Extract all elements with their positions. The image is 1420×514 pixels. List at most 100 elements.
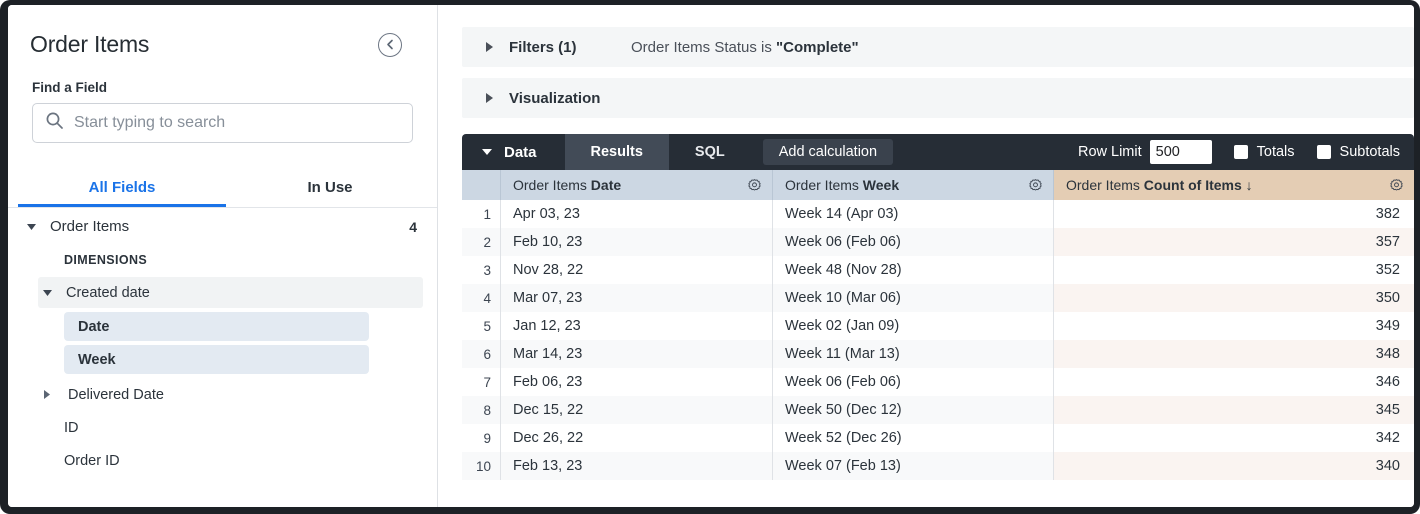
subtotals-checkbox[interactable]: Subtotals bbox=[1317, 144, 1400, 160]
add-calculation-button[interactable]: Add calculation bbox=[763, 139, 893, 165]
field-week-label: Week bbox=[78, 352, 116, 368]
cell-date[interactable]: Nov 28, 22 bbox=[501, 256, 773, 284]
cell-week[interactable]: Week 06 (Feb 06) bbox=[773, 368, 1054, 396]
field-delivered-date-label: Delivered Date bbox=[68, 387, 164, 403]
sidebar-tabs: All Fields In Use bbox=[8, 169, 437, 208]
table-row[interactable]: 10Feb 13, 23Week 07 (Feb 13)340 bbox=[462, 452, 1414, 480]
row-number: 7 bbox=[462, 368, 501, 396]
filters-description-value: "Complete" bbox=[776, 39, 859, 56]
row-number: 4 bbox=[462, 284, 501, 312]
cell-count-of-items[interactable]: 357 bbox=[1054, 228, 1414, 256]
column-field-name: Date bbox=[591, 177, 621, 193]
table-row[interactable]: 3Nov 28, 22Week 48 (Nov 28)352 bbox=[462, 256, 1414, 284]
caret-right-icon[interactable] bbox=[486, 93, 493, 103]
sort-descending-icon: ↓ bbox=[1242, 177, 1253, 193]
cell-date[interactable]: Feb 13, 23 bbox=[501, 452, 773, 480]
table-row[interactable]: 8Dec 15, 22Week 50 (Dec 12)345 bbox=[462, 396, 1414, 424]
cell-date[interactable]: Dec 26, 22 bbox=[501, 424, 773, 452]
search-icon bbox=[45, 111, 74, 135]
cell-count-of-items[interactable]: 340 bbox=[1054, 452, 1414, 480]
table-body: 1Apr 03, 23Week 14 (Apr 03)3822Feb 10, 2… bbox=[462, 200, 1414, 480]
cell-week[interactable]: Week 48 (Nov 28) bbox=[773, 256, 1054, 284]
column-header-date[interactable]: Order Items Date bbox=[501, 170, 773, 200]
caret-down-icon[interactable] bbox=[22, 224, 40, 230]
checkbox-box-icon[interactable] bbox=[1317, 145, 1331, 159]
cell-count-of-items[interactable]: 350 bbox=[1054, 284, 1414, 312]
tab-results[interactable]: Results bbox=[565, 134, 669, 170]
cell-date[interactable]: Mar 14, 23 bbox=[501, 340, 773, 368]
caret-down-icon[interactable] bbox=[38, 290, 56, 296]
cell-week[interactable]: Week 07 (Feb 13) bbox=[773, 452, 1054, 480]
cell-week[interactable]: Week 06 (Feb 06) bbox=[773, 228, 1054, 256]
search-field-wrapper[interactable] bbox=[32, 103, 413, 143]
row-number: 1 bbox=[462, 200, 501, 228]
column-view-name: Order Items bbox=[1066, 177, 1144, 193]
field-order-id[interactable]: Order ID bbox=[8, 444, 437, 477]
field-created-date[interactable]: Created date bbox=[38, 277, 423, 308]
caret-right-icon[interactable] bbox=[486, 42, 493, 52]
field-group-order-items[interactable]: Order Items 4 bbox=[8, 210, 437, 243]
field-id-label: ID bbox=[64, 420, 79, 436]
table-row[interactable]: 7Feb 06, 23Week 06 (Feb 06)346 bbox=[462, 368, 1414, 396]
cell-week[interactable]: Week 52 (Dec 26) bbox=[773, 424, 1054, 452]
cell-week[interactable]: Week 50 (Dec 12) bbox=[773, 396, 1054, 424]
search-input[interactable] bbox=[74, 114, 400, 132]
field-delivered-date[interactable]: Delivered Date bbox=[8, 378, 437, 411]
cell-count-of-items[interactable]: 348 bbox=[1054, 340, 1414, 368]
column-header-count-of-items[interactable]: Order Items Count of Items ↓ bbox=[1054, 170, 1414, 200]
row-number: 10 bbox=[462, 452, 501, 480]
chevron-left-circle-icon[interactable] bbox=[378, 33, 402, 57]
totals-checkbox[interactable]: Totals bbox=[1234, 144, 1295, 160]
visualization-bar[interactable]: Visualization bbox=[462, 78, 1414, 118]
data-section-toggle[interactable]: Data bbox=[462, 134, 565, 170]
cell-count-of-items[interactable]: 382 bbox=[1054, 200, 1414, 228]
table-row[interactable]: 5Jan 12, 23Week 02 (Jan 09)349 bbox=[462, 312, 1414, 340]
row-limit-input[interactable] bbox=[1150, 140, 1212, 164]
caret-right-icon[interactable] bbox=[38, 390, 56, 399]
cell-date[interactable]: Apr 03, 23 bbox=[501, 200, 773, 228]
gear-icon[interactable] bbox=[1028, 178, 1043, 193]
cell-week[interactable]: Week 10 (Mar 06) bbox=[773, 284, 1054, 312]
table-row[interactable]: 9Dec 26, 22Week 52 (Dec 26)342 bbox=[462, 424, 1414, 452]
table-row[interactable]: 6Mar 14, 23Week 11 (Mar 13)348 bbox=[462, 340, 1414, 368]
row-number: 3 bbox=[462, 256, 501, 284]
gear-icon[interactable] bbox=[1389, 178, 1404, 193]
gear-icon[interactable] bbox=[747, 178, 762, 193]
totals-label: Totals bbox=[1257, 144, 1295, 160]
table-row[interactable]: 2Feb 10, 23Week 06 (Feb 06)357 bbox=[462, 228, 1414, 256]
window-frame: Order Items Find a Field All Fields In U… bbox=[0, 0, 1420, 514]
tab-all-fields[interactable]: All Fields bbox=[18, 169, 226, 207]
table-row[interactable]: 4Mar 07, 23Week 10 (Mar 06)350 bbox=[462, 284, 1414, 312]
filters-bar[interactable]: Filters (1) Order Items Status is "Compl… bbox=[462, 27, 1414, 67]
tab-in-use[interactable]: In Use bbox=[226, 169, 434, 207]
field-id[interactable]: ID bbox=[8, 411, 437, 444]
tab-sql[interactable]: SQL bbox=[669, 134, 751, 170]
cell-date[interactable]: Jan 12, 23 bbox=[501, 312, 773, 340]
row-number: 9 bbox=[462, 424, 501, 452]
cell-count-of-items[interactable]: 342 bbox=[1054, 424, 1414, 452]
cell-date[interactable]: Dec 15, 22 bbox=[501, 396, 773, 424]
cell-count-of-items[interactable]: 346 bbox=[1054, 368, 1414, 396]
caret-down-icon[interactable] bbox=[482, 149, 492, 155]
field-date-chip[interactable]: Date bbox=[64, 312, 369, 341]
field-group-count: 4 bbox=[409, 219, 417, 235]
cell-week[interactable]: Week 02 (Jan 09) bbox=[773, 312, 1054, 340]
table-row[interactable]: 1Apr 03, 23Week 14 (Apr 03)382 bbox=[462, 200, 1414, 228]
cell-count-of-items[interactable]: 352 bbox=[1054, 256, 1414, 284]
row-limit-label: Row Limit bbox=[1078, 144, 1142, 160]
cell-count-of-items[interactable]: 349 bbox=[1054, 312, 1414, 340]
row-number: 5 bbox=[462, 312, 501, 340]
visualization-label: Visualization bbox=[509, 90, 600, 107]
column-header-count-label: Order Items Count of Items ↓ bbox=[1066, 177, 1253, 193]
field-week-chip[interactable]: Week bbox=[64, 345, 369, 374]
cell-week[interactable]: Week 11 (Mar 13) bbox=[773, 340, 1054, 368]
field-list: Order Items 4 DIMENSIONS Created date Da… bbox=[8, 208, 437, 477]
checkbox-box-icon[interactable] bbox=[1234, 145, 1248, 159]
cell-date[interactable]: Mar 07, 23 bbox=[501, 284, 773, 312]
column-header-week[interactable]: Order Items Week bbox=[773, 170, 1054, 200]
cell-date[interactable]: Feb 10, 23 bbox=[501, 228, 773, 256]
column-field-name: Count of Items bbox=[1144, 177, 1242, 193]
cell-week[interactable]: Week 14 (Apr 03) bbox=[773, 200, 1054, 228]
cell-date[interactable]: Feb 06, 23 bbox=[501, 368, 773, 396]
cell-count-of-items[interactable]: 345 bbox=[1054, 396, 1414, 424]
